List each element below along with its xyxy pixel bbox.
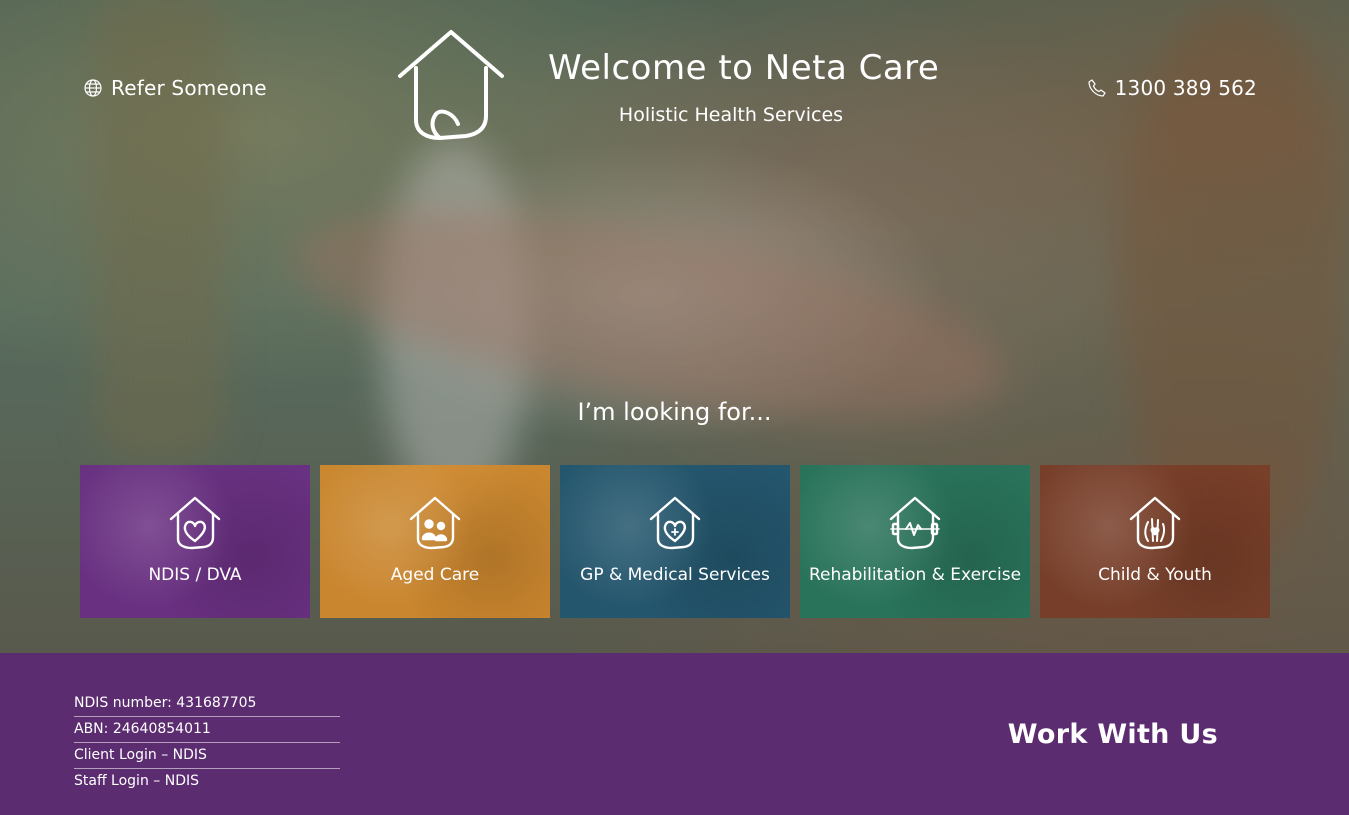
work-with-us-link[interactable]: Work With Us	[1008, 719, 1218, 750]
looking-for-heading: I’m looking for...	[577, 398, 772, 426]
tile-label: NDIS / DVA	[148, 565, 242, 585]
refer-someone-label: Refer Someone	[111, 76, 267, 100]
phone-number: 1300 389 562	[1114, 76, 1257, 100]
tile-rehabilitation-exercise[interactable]: Rehabilitation & Exercise	[800, 465, 1030, 618]
neta-care-logo[interactable]	[396, 28, 506, 142]
family-house-icon	[409, 496, 461, 550]
tile-aged-care[interactable]: Aged Care	[320, 465, 550, 618]
page-subtitle: Holistic Health Services	[618, 104, 844, 126]
tile-gp-medical[interactable]: GP & Medical Services	[560, 465, 790, 618]
tile-label: GP & Medical Services	[580, 565, 770, 585]
phone-icon	[1087, 78, 1107, 98]
footer-info-list: NDIS number: 431687705 ABN: 24640854011 …	[74, 691, 340, 794]
hand-heart-house-icon	[1129, 496, 1181, 550]
staff-login-link[interactable]: Staff Login – NDIS	[74, 769, 340, 794]
tile-label: Child & Youth	[1098, 565, 1212, 585]
tile-label: Rehabilitation & Exercise	[808, 565, 1022, 585]
medical-heart-house-icon	[649, 496, 701, 550]
phone-link[interactable]: 1300 389 562	[1087, 76, 1257, 100]
tile-child-youth[interactable]: Child & Youth	[1040, 465, 1270, 618]
globe-icon	[83, 78, 103, 98]
client-login-link[interactable]: Client Login – NDIS	[74, 743, 340, 769]
footer: NDIS number: 431687705 ABN: 24640854011 …	[0, 653, 1349, 815]
service-tiles: NDIS / DVA Aged Care GP & Medical Servic…	[80, 465, 1270, 618]
abn: ABN: 24640854011	[74, 717, 340, 743]
refer-someone-link[interactable]: Refer Someone	[83, 76, 267, 100]
tile-label: Aged Care	[390, 565, 480, 585]
tile-ndis-dva[interactable]: NDIS / DVA	[80, 465, 310, 618]
dumbbell-house-icon	[889, 496, 941, 550]
heart-house-icon	[169, 496, 221, 550]
ndis-number: NDIS number: 431687705	[74, 691, 340, 717]
page-title: Welcome to Neta Care	[548, 48, 940, 88]
hero-banner: Refer Someone Welcome to Neta Care Holis…	[0, 0, 1349, 653]
